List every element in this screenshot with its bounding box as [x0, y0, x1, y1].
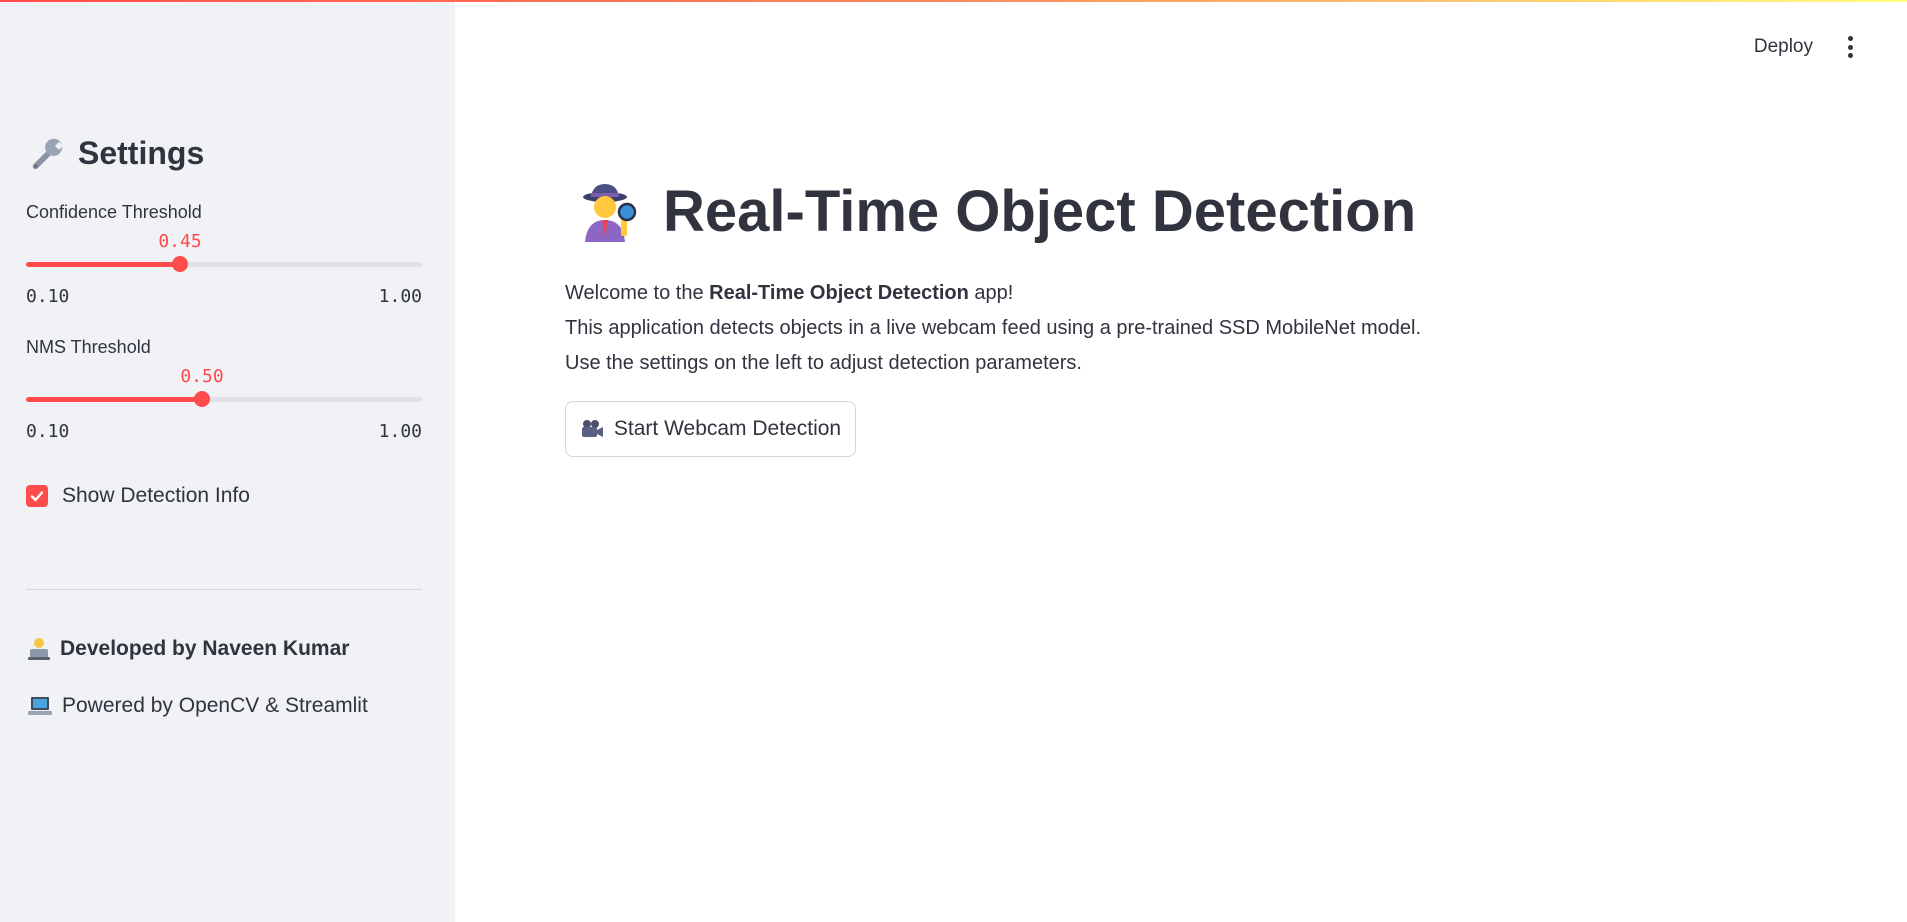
powered-by-credit: Powered by OpenCV & Streamlit: [28, 694, 368, 718]
sidebar-title: Settings: [28, 134, 204, 172]
main-content: Deploy Real-Time Object Detection Welcom…: [455, 0, 1907, 922]
nms-slider-max: 1.00: [378, 421, 422, 442]
sidebar-divider: [26, 589, 422, 590]
nms-slider-fill: [26, 397, 202, 402]
developer-credit: Developed by Naveen Kumar: [28, 637, 349, 661]
movie-camera-icon: [581, 420, 603, 437]
nms-slider-track[interactable]: [26, 391, 422, 407]
kebab-menu-icon[interactable]: [1845, 36, 1855, 58]
intro-line-1: Welcome to the Real-Time Object Detectio…: [565, 282, 1014, 304]
deploy-button[interactable]: Deploy: [1754, 36, 1813, 58]
confidence-slider-thumb[interactable]: [172, 256, 188, 272]
confidence-slider-max: 1.00: [378, 286, 422, 307]
nms-slider-min: 0.10: [26, 421, 70, 442]
streamlit-app: Settings Confidence Threshold 0.45 0.10 …: [0, 0, 1907, 922]
powered-by-text: Powered by OpenCV & Streamlit: [62, 694, 368, 717]
checkbox-checked-icon[interactable]: [26, 485, 48, 507]
technologist-icon: [28, 638, 50, 660]
nms-threshold-value: 0.50: [180, 366, 224, 387]
intro-text: Welcome to the Real-Time Object Detectio…: [565, 276, 1421, 381]
confidence-slider-fill: [26, 262, 180, 267]
intro-line-2: This application detects objects in a li…: [565, 317, 1421, 339]
page-title-text: Real-Time Object Detection: [663, 179, 1417, 244]
confidence-threshold-slider[interactable]: Confidence Threshold 0.45 0.10 1.00: [26, 202, 422, 307]
nms-slider-thumb[interactable]: [194, 391, 210, 407]
detective-icon: [583, 183, 637, 242]
confidence-slider-range: 0.10 1.00: [26, 286, 422, 307]
laptop-icon: [28, 697, 52, 715]
confidence-slider-min: 0.10: [26, 286, 70, 307]
top-decoration-bar: [0, 0, 1907, 2]
nms-threshold-label: NMS Threshold: [26, 337, 151, 357]
developer-credit-text: Developed by Naveen Kumar: [60, 637, 350, 660]
wrench-icon: [32, 138, 64, 170]
confidence-slider-track[interactable]: [26, 256, 422, 272]
nms-slider-range: 0.10 1.00: [26, 421, 422, 442]
show-detection-info-checkbox[interactable]: Show Detection Info: [26, 484, 250, 508]
nms-threshold-slider[interactable]: NMS Threshold 0.50 0.10 1.00: [26, 337, 422, 442]
intro-line-3: Use the settings on the left to adjust d…: [565, 352, 1082, 374]
confidence-threshold-label: Confidence Threshold: [26, 202, 202, 222]
start-webcam-detection-label: Start Webcam Detection: [613, 417, 842, 440]
start-webcam-detection-button[interactable]: Start Webcam Detection: [565, 401, 856, 457]
sidebar: Settings Confidence Threshold 0.45 0.10 …: [0, 0, 455, 922]
app-name-bold: Real-Time Object Detection: [709, 282, 969, 304]
show-detection-info-label: Show Detection Info: [62, 484, 250, 507]
sidebar-title-text: Settings: [78, 134, 205, 171]
page-title: Real-Time Object Detection: [575, 178, 1416, 245]
confidence-threshold-value: 0.45: [158, 231, 202, 252]
